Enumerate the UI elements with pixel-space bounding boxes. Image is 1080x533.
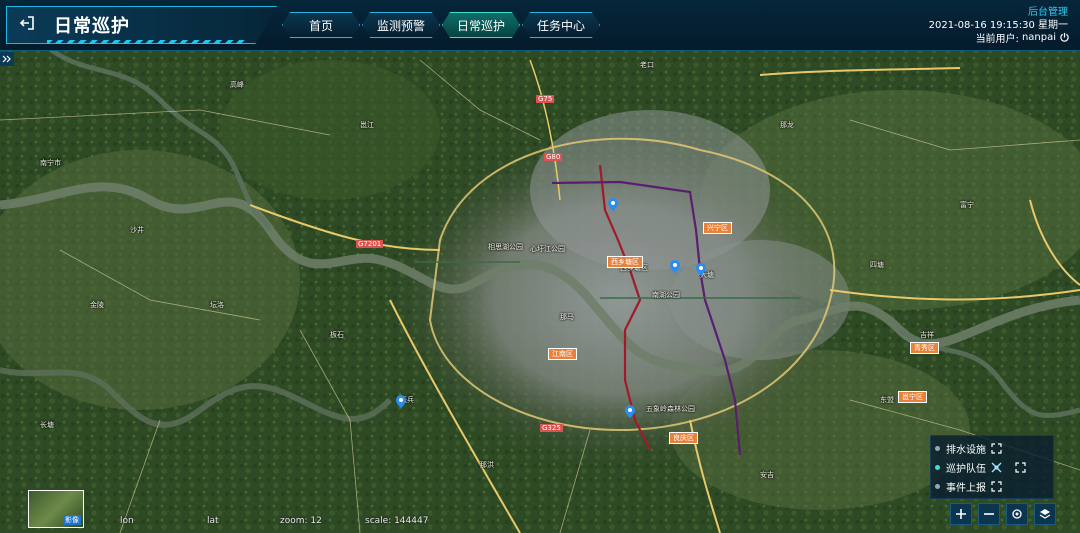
map-pin-icon[interactable]: [696, 263, 706, 276]
place-label: 坛洛: [210, 301, 224, 309]
place-label: 富宁: [960, 201, 974, 209]
zoom-readout: zoom: 12: [280, 516, 322, 526]
legend-item-event-report[interactable]: 事件上报: [935, 478, 986, 494]
title-panel: [6, 6, 277, 44]
current-user: 当前用户: nanpai: [976, 30, 1070, 45]
tab-daily-patrol[interactable]: 日常巡护: [442, 12, 520, 38]
legend-dot: [935, 483, 940, 489]
legend-item-drainage[interactable]: 排水设施: [935, 440, 986, 456]
lon-readout: lon: [120, 516, 134, 526]
place-label: 五象岭森林公园: [646, 405, 695, 413]
road-shield: G7201: [356, 240, 384, 248]
layer-legend: 排水设施 巡护队伍 事件上报: [930, 435, 1054, 499]
user-name: nanpai: [1021, 32, 1056, 43]
layers-icon: [1039, 509, 1051, 519]
place-label: 南湖公园: [652, 291, 680, 299]
frame-icon[interactable]: [991, 443, 1002, 454]
zoom-in-button[interactable]: [950, 503, 972, 525]
map-pin-icon[interactable]: [396, 395, 406, 408]
crosshair-icon[interactable]: [991, 462, 1002, 473]
datetime: 2021-08-16 19:15:30 星期一: [928, 20, 1068, 31]
tab-home[interactable]: 首页: [282, 12, 360, 38]
zoom-out-icon: [984, 513, 994, 515]
legend-label: 巡护队伍: [946, 463, 986, 475]
district-badge: 青秀区: [910, 342, 939, 354]
basemap-tag: 影像: [63, 515, 81, 525]
layers-button[interactable]: [1034, 503, 1056, 525]
place-label: 安吉: [760, 471, 774, 479]
zoom-in-icon: [956, 509, 966, 519]
title-decoration: [47, 40, 247, 44]
frame-icon[interactable]: [991, 481, 1002, 492]
map-pin-icon[interactable]: [608, 198, 618, 211]
district-badge: 邕宁区: [898, 391, 927, 403]
place-label: 沙井: [130, 226, 144, 234]
map-pin-icon[interactable]: [670, 260, 680, 273]
road-shield: G75: [536, 95, 555, 103]
place-label: 南宁市: [40, 159, 61, 167]
district-badge: 西乡塘区: [607, 256, 643, 268]
legend-dot: [935, 464, 940, 470]
basemap-thumbnail[interactable]: 影像: [28, 490, 84, 528]
legend-label: 排水设施: [946, 444, 986, 456]
place-label: 相思湖公园: [488, 243, 523, 251]
district-badge: 良庆区: [669, 432, 698, 444]
power-icon[interactable]: [1059, 32, 1070, 43]
place-label: 吉祥: [920, 331, 934, 339]
district-badge: 兴宁区: [703, 222, 732, 234]
place-label: 金陵: [90, 301, 104, 309]
place-label: 那龙: [780, 121, 794, 129]
road-shield: G325: [540, 424, 563, 432]
frame-icon[interactable]: [1015, 462, 1026, 473]
place-label: 东盟: [880, 396, 894, 404]
district-badge: 江南区: [548, 348, 577, 360]
place-label: 那马: [560, 313, 574, 321]
top-header: 日常巡护 首页 监测预警 日常巡护 任务中心 后台管理 2021-08-16 1…: [0, 0, 1080, 51]
map-view[interactable]: 南宁市 西乡塘区 相思湖公园 心圩江公园 五象岭森林公园 南湖公园 那马 大塘 …: [0, 0, 1080, 533]
legend-item-patrol-team[interactable]: 巡护队伍: [935, 459, 986, 475]
user-label: 当前用户:: [975, 34, 1019, 45]
zoom-out-button[interactable]: [978, 503, 1000, 525]
place-label: 四塘: [870, 261, 884, 269]
place-label: 心圩江公园: [530, 245, 565, 253]
map-pin-icon[interactable]: [625, 405, 635, 418]
exit-icon[interactable]: [18, 14, 36, 32]
place-label: 板石: [330, 331, 344, 339]
place-label: 邕江: [360, 121, 374, 129]
locate-icon: [1012, 509, 1022, 519]
place-label: 那洪: [480, 461, 494, 469]
locate-button[interactable]: [1006, 503, 1028, 525]
satellite-imagery: [0, 0, 1080, 533]
chevron-right-icon[interactable]: [0, 52, 14, 66]
tab-task-center[interactable]: 任务中心: [522, 12, 600, 38]
legend-label: 事件上报: [946, 482, 986, 494]
scale-readout: scale: 144447: [365, 516, 429, 526]
road-shield: G80: [544, 153, 563, 161]
lat-readout: lat: [207, 516, 219, 526]
place-label: 高峰: [230, 81, 244, 89]
legend-dot: [935, 445, 940, 451]
tab-monitoring-warning[interactable]: 监测预警: [362, 12, 440, 38]
place-label: 老口: [640, 61, 654, 69]
place-label: 长塘: [40, 421, 54, 429]
page-title: 日常巡护: [54, 16, 130, 37]
